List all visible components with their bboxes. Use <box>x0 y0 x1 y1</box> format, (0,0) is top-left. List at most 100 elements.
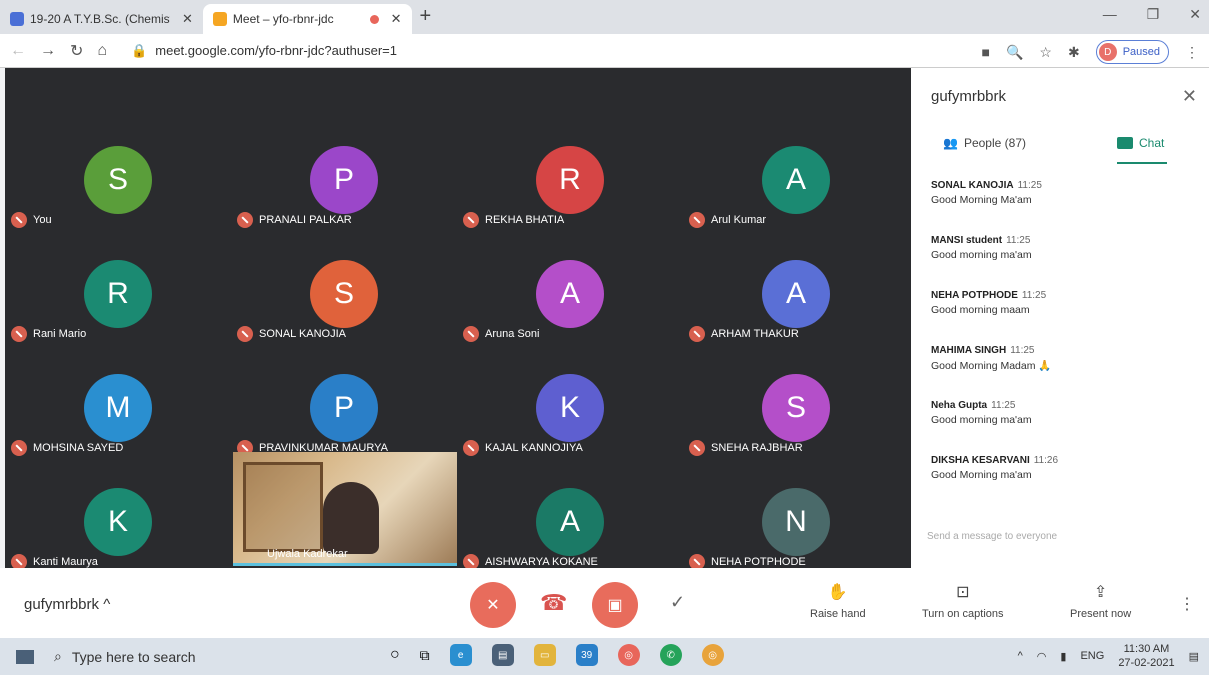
video-background <box>243 462 323 552</box>
task-view-icon[interactable]: ⧉ <box>420 647 430 664</box>
raise-hand-label: Raise hand <box>810 608 866 620</box>
new-tab-button[interactable]: + <box>420 5 432 34</box>
more-options-icon[interactable]: ⋮ <box>1179 594 1195 614</box>
mic-off-icon <box>689 554 705 568</box>
check-icon[interactable]: ✓ <box>670 592 685 613</box>
participant-tile[interactable]: A ARHAM THAKUR <box>683 240 909 354</box>
camera-toggle-button[interactable]: ▣ <box>592 582 638 628</box>
participant-tile[interactable]: P PRANALI PALKAR <box>231 126 457 240</box>
chat-message: MAHIMA SINGH 11:25 Good Morning Madam 🙏 <box>931 345 1191 400</box>
message-text: Good morning ma'am <box>931 414 1032 426</box>
chat-input[interactable]: Send a message to everyone <box>927 531 1057 542</box>
message-text: Good morning maam <box>931 304 1030 316</box>
restore-icon[interactable]: ❐ <box>1147 6 1160 23</box>
tab-chat[interactable]: Chat <box>1117 136 1164 150</box>
back-icon[interactable]: ← <box>10 42 26 60</box>
avatar: A <box>762 260 830 328</box>
meeting-details-button[interactable]: gufymrbbrk ^ <box>24 596 110 613</box>
url-field[interactable]: 🔒 meet.google.com/yfo-rbnr-jdc?authuser=1 <box>131 43 397 59</box>
close-tab-icon[interactable]: ✕ <box>182 11 193 27</box>
avatar: R <box>84 260 152 328</box>
start-icon[interactable] <box>16 649 34 664</box>
participant-tile[interactable]: S SNEHA RAJBHAR <box>683 354 909 468</box>
reload-icon[interactable]: ↻ <box>70 41 83 61</box>
star-icon[interactable]: ☆ <box>1039 44 1052 61</box>
participant-tile[interactable]: S You <box>5 126 231 240</box>
avatar: R <box>536 146 604 214</box>
mic-toggle-button[interactable]: ✕ <box>470 582 516 628</box>
participant-name: You <box>33 214 52 226</box>
participant-tile[interactable]: S SONAL KANOJIA <box>231 240 457 354</box>
participant-tile[interactable]: R REKHA BHATIA <box>457 126 683 240</box>
store-icon[interactable]: ▤ <box>491 644 514 666</box>
close-window-icon[interactable]: ✕ <box>1189 6 1201 23</box>
wifi-icon[interactable]: ◠ <box>1037 650 1047 663</box>
language-indicator[interactable]: ENG <box>1080 650 1104 662</box>
participant-tile[interactable]: A Arul Kumar <box>683 126 909 240</box>
close-icon[interactable]: ✕ <box>1182 86 1197 107</box>
mic-off-icon <box>11 554 27 568</box>
battery-icon[interactable]: ▮ <box>1060 650 1066 663</box>
tab-meet[interactable]: Meet – yfo-rbnr-jdc ✕ <box>202 4 412 34</box>
chrome-icon[interactable]: ◎ <box>701 644 724 666</box>
file-explorer-icon[interactable]: ▭ <box>533 644 556 666</box>
hang-up-button[interactable]: ☎ <box>540 590 567 616</box>
message-sender: Neha Gupta <box>931 400 988 411</box>
recording-icon <box>369 14 379 24</box>
menu-icon[interactable]: ⋮ <box>1185 44 1199 61</box>
participant-tile[interactable]: N NEHA POTPHODE <box>683 468 909 568</box>
captions-button[interactable]: ⊡ Turn on captions <box>922 582 1004 620</box>
profile-button[interactable]: D Paused <box>1095 40 1169 64</box>
avatar: A <box>762 146 830 214</box>
whatsapp-icon[interactable]: ✆ <box>659 644 682 666</box>
cortana-icon[interactable]: ○ <box>390 646 400 664</box>
meeting-code: gufymrbbrk <box>24 596 100 613</box>
tab-title: Meet – yfo-rbnr-jdc <box>232 12 334 26</box>
chat-panel: gufymrbbrk ✕ 👥 People (87) Chat SONAL KAN… <box>911 68 1209 568</box>
mic-off-icon <box>11 212 27 228</box>
raise-hand-button[interactable]: ✋ Raise hand <box>810 582 866 620</box>
participant-tile[interactable]: A Aruna Soni <box>457 240 683 354</box>
edge-icon[interactable]: e <box>449 644 472 666</box>
tab-classroom[interactable]: 19-20 A T.Y.B.Sc. (Chemistry) Sci ✕ <box>0 4 203 34</box>
notification-icon[interactable]: ▤ <box>1189 650 1199 663</box>
presenter-video[interactable]: Ujwala Kadrekar <box>233 452 457 566</box>
participant-grid: S You P PRANALI PALKAR R REKHA BHATIA A … <box>5 68 911 568</box>
participant-name: SNEHA RAJBHAR <box>711 442 803 454</box>
zoom-icon[interactable]: 🔍 <box>1006 44 1023 61</box>
mail-icon[interactable]: 39 <box>575 644 598 666</box>
chrome-icon[interactable]: ◎ <box>617 644 640 666</box>
participant-tile[interactable]: A AISHWARYA KOKANE <box>457 468 683 568</box>
tab-people[interactable]: 👥 People (87) <box>943 136 1026 150</box>
window-controls: — ❐ ✕ <box>1103 6 1201 23</box>
avatar: P <box>310 146 378 214</box>
message-time: 11:25 <box>991 400 1016 411</box>
home-icon[interactable]: ⌂ <box>97 42 107 60</box>
hand-icon: ✋ <box>827 584 848 601</box>
camera-icon[interactable]: ■ <box>981 44 989 60</box>
present-button[interactable]: ⇪ Present now <box>1070 582 1131 620</box>
chat-message: Neha Gupta 11:25 Good morning ma'am <box>931 400 1191 455</box>
close-tab-icon[interactable]: ✕ <box>391 11 402 27</box>
participant-tile[interactable]: P PRAVINKUMAR MAURYA <box>231 354 457 468</box>
participant-name: SONAL KANOJIA <box>259 328 347 340</box>
participant-tile[interactable]: K Kanti Maurya <box>5 468 231 568</box>
forward-icon[interactable]: → <box>40 42 56 60</box>
participant-name: Kanti Maurya <box>33 556 98 568</box>
participant-tile[interactable]: K KAJAL KANNOJIYA <box>457 354 683 468</box>
chevron-up-icon[interactable]: ^ <box>1018 650 1023 662</box>
panel-title: gufymrbbrk <box>931 88 1007 105</box>
extensions-icon[interactable]: ✱ <box>1068 44 1080 61</box>
participant-name: NEHA POTPHODE <box>711 556 806 568</box>
participant-tile[interactable]: M MOHSINA SAYED <box>5 354 231 468</box>
people-icon: 👥 <box>943 136 958 150</box>
mic-off-icon <box>689 440 705 456</box>
message-time: 11:25 <box>1017 180 1042 191</box>
participant-tile[interactable]: R Rani Mario <box>5 240 231 354</box>
clock[interactable]: 11:30 AM 27-02-2021 <box>1118 642 1174 670</box>
browser-tab-bar: 19-20 A T.Y.B.Sc. (Chemistry) Sci ✕ Meet… <box>0 0 1209 34</box>
message-sender: SONAL KANOJIA <box>931 180 1014 191</box>
taskbar-search[interactable]: ⌕ Type here to search <box>54 642 394 672</box>
minimize-icon[interactable]: — <box>1103 6 1117 23</box>
profile-status: Paused <box>1122 46 1160 58</box>
